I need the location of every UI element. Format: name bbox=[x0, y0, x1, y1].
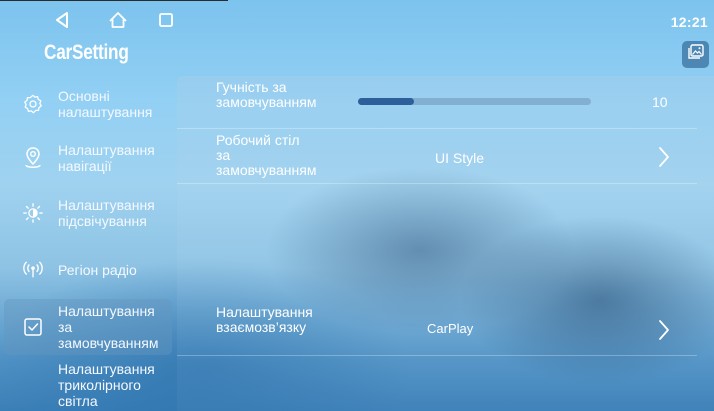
gear-icon bbox=[20, 91, 46, 117]
setting-row-desktop[interactable]: Робочий стіл за замовчуванням UI Style bbox=[177, 129, 697, 184]
chevron-right-icon bbox=[659, 147, 669, 167]
tricolor-light-icon bbox=[20, 372, 46, 398]
checkbox-icon bbox=[20, 314, 46, 340]
clock: 12:21 bbox=[670, 14, 708, 30]
home-icon[interactable] bbox=[108, 10, 128, 30]
sidebar-item-label: Регіон радіо bbox=[58, 262, 137, 278]
setting-label: Робочий стіл за замовчуванням bbox=[216, 132, 317, 178]
radio-signal-icon bbox=[20, 257, 46, 283]
back-triangle-icon[interactable] bbox=[52, 10, 72, 30]
brightness-icon bbox=[20, 200, 46, 226]
chevron-right-icon bbox=[659, 320, 669, 340]
recents-square-icon[interactable] bbox=[156, 10, 176, 30]
sidebar-item-backlight[interactable]: Налаштування підсвічування bbox=[4, 192, 172, 234]
wallpaper-button[interactable] bbox=[682, 41, 709, 68]
sidebar-item-tricolor-light[interactable]: Налаштування триколірного світла bbox=[4, 360, 172, 410]
sidebar-item-label: Налаштування навігації bbox=[58, 142, 155, 174]
volume-slider[interactable] bbox=[358, 98, 591, 105]
wallpaper-icon bbox=[687, 43, 705, 66]
sidebar-item-defaults[interactable]: Налаштування за замовчуванням bbox=[4, 299, 172, 355]
volume-slider-fill bbox=[358, 98, 414, 105]
volume-value: 10 bbox=[652, 94, 668, 110]
sidebar-item-label: Налаштування підсвічування bbox=[58, 197, 155, 229]
connection-value: CarPlay bbox=[427, 321, 474, 336]
desktop-value: UI Style bbox=[435, 150, 485, 166]
location-pin-icon bbox=[20, 145, 46, 171]
sidebar-item-label: Налаштування за замовчуванням bbox=[58, 303, 159, 351]
settings-sidebar: Основні налаштування Налаштування навіга… bbox=[0, 80, 176, 411]
sidebar-item-general[interactable]: Основні налаштування bbox=[4, 84, 172, 124]
sidebar-item-navigation[interactable]: Налаштування навігації bbox=[4, 138, 172, 178]
setting-label: Налаштування взаємозв’язку bbox=[216, 304, 313, 335]
settings-panel: Гучність за замовчуванням 10 Робочий сті… bbox=[177, 76, 714, 411]
sidebar-item-radio-region[interactable]: Регіон радіо bbox=[4, 251, 172, 289]
setting-row-connection[interactable]: Налаштування взаємозв’язку CarPlay bbox=[177, 300, 697, 356]
setting-label: Гучність за замовчуванням bbox=[216, 79, 317, 110]
sidebar-item-label: Основні налаштування bbox=[58, 88, 153, 120]
system-navigation-bar: 12:21 bbox=[0, 0, 714, 36]
sidebar-item-label: Налаштування триколірного світла bbox=[58, 361, 155, 409]
app-title: CarSetting bbox=[44, 41, 129, 64]
setting-row-volume: Гучність за замовчуванням 10 bbox=[177, 76, 697, 129]
